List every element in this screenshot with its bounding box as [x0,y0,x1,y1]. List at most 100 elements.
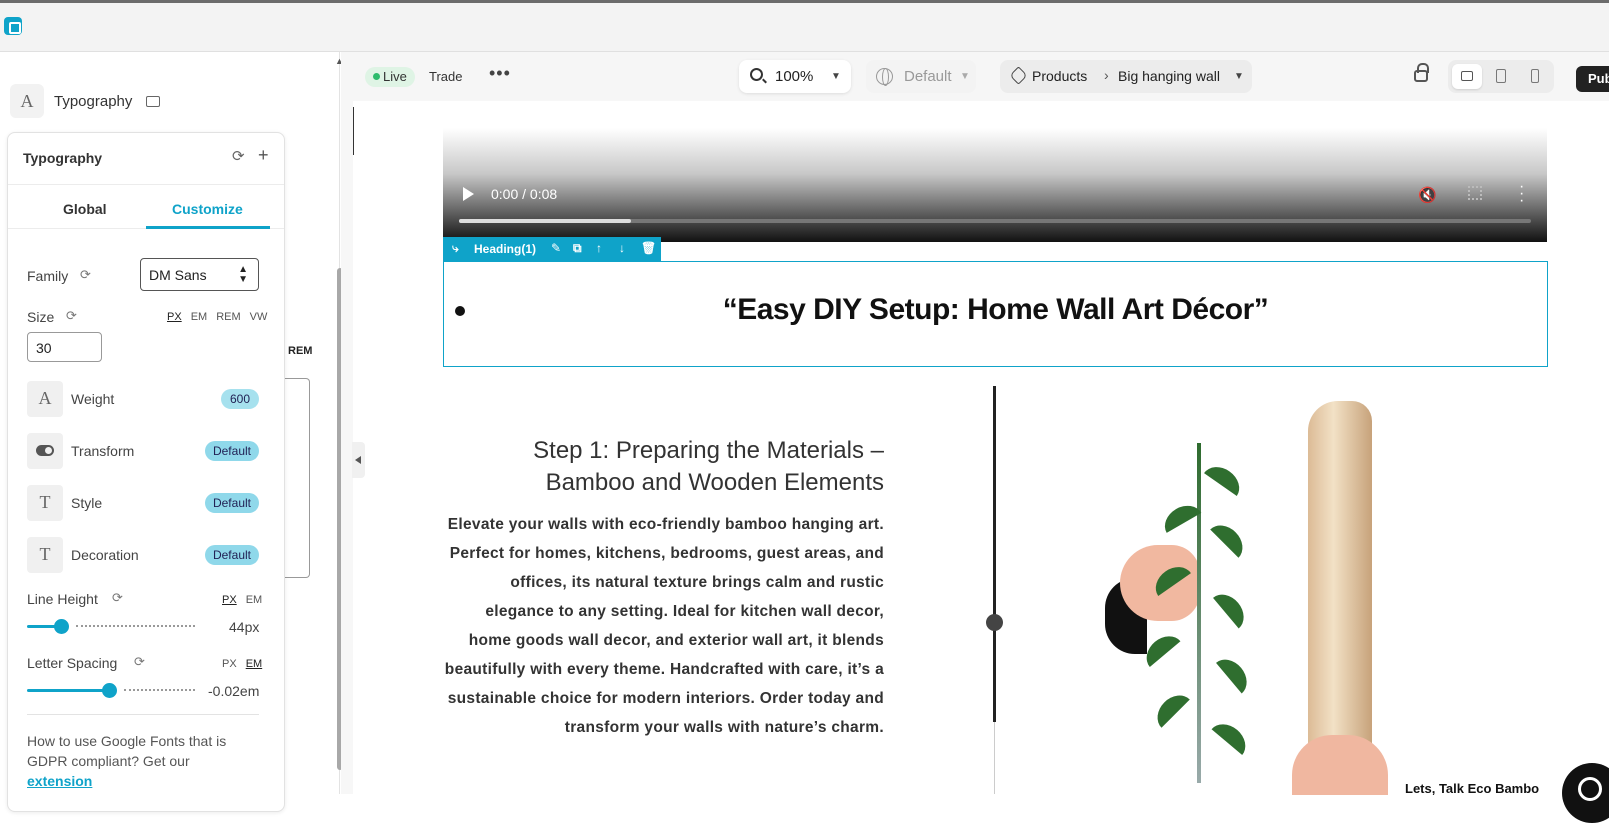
comparison-handle[interactable] [986,614,1003,631]
decoration-value-badge: Default [204,544,259,565]
unit-px[interactable]: PX [222,658,237,670]
page-edge-line [353,107,354,155]
unit-label: REM [288,345,313,357]
line-height-reset-icon[interactable]: ⟳ [112,590,123,606]
text-icon: T [27,484,63,521]
divider [27,714,259,715]
decoration-label: Decoration [71,546,139,563]
mobile-view-button[interactable] [1520,64,1550,89]
section-label: Typography [54,92,133,110]
tab-global[interactable]: Global [63,201,107,217]
letter-spacing-units: PX EM [213,658,262,670]
element-label[interactable]: Heading(1) [474,242,536,256]
zoom-control[interactable]: 100% ▼ [739,60,851,93]
unit-vw[interactable]: VW [250,311,268,323]
collapse-panel-button[interactable] [352,442,365,478]
search-icon [750,68,763,81]
desktop-view-button[interactable] [1452,64,1482,89]
style-label: Style [71,494,103,511]
font-family-value: DM Sans [149,267,207,283]
unit-em[interactable]: EM [246,658,263,670]
fullscreen-icon[interactable] [1468,186,1482,200]
reset-icon[interactable]: ⟳ [232,147,245,165]
size-reset-icon[interactable]: ⟳ [66,308,77,324]
select-arrows-icon: ▲ ▼ [238,264,248,285]
delete-icon[interactable]: 🗑 [641,241,656,255]
weight-value-badge: 600 [220,388,259,409]
mobile-icon [1531,69,1539,83]
chevron-down-icon: ▼ [960,71,970,82]
add-icon[interactable]: + [258,145,269,166]
style-value-badge: Default [204,492,259,513]
slider-handle[interactable] [102,683,117,698]
transform-value-badge: Default [204,440,259,461]
extension-link[interactable]: extension [27,773,92,789]
select-parent-icon[interactable]: ⤷ [452,241,459,256]
help-text: How to use Google Fonts that is GDPR com… [27,733,227,769]
transform-row[interactable]: Transform Default [27,432,259,469]
more-options-icon[interactable]: ••• [489,63,511,84]
desktop-icon [146,95,161,107]
device-switcher [1448,60,1554,93]
unit-px[interactable]: PX [222,594,237,606]
mute-icon[interactable]: 🔇 [1418,186,1437,204]
letter-spacing-slider[interactable] [27,683,195,698]
line-height-units: PX EM [213,594,262,606]
comparison-divider [993,386,996,722]
unit-em[interactable]: EM [246,594,263,606]
step-body[interactable]: Elevate your walls with eco-friendly bam… [440,510,884,742]
popover-header: Typography ⟳ + [8,133,284,185]
tab-customize[interactable]: Customize [172,201,243,217]
video-player[interactable] [443,128,1547,242]
chat-widget-button[interactable] [1562,763,1609,823]
unit-em[interactable]: EM [191,311,208,323]
popover-title: Typography [23,150,103,166]
unit-px[interactable]: PX [167,311,182,323]
letter-spacing-value: -0.02em [208,683,260,699]
toggle-icon [27,432,63,469]
decoration-row[interactable]: T Decoration Default [27,536,259,573]
breadcrumb-page[interactable]: Big hanging wall [1118,68,1220,84]
text-icon: T [27,536,63,573]
page-breadcrumb[interactable]: Products › Big hanging wall ▼ [1000,60,1252,93]
language-select[interactable]: Default ▼ [866,60,976,93]
unit-rem[interactable]: REM [216,311,240,323]
breadcrumb-separator-icon: › [1104,67,1109,83]
app-logo-icon[interactable] [4,17,22,35]
tablet-icon [1496,69,1506,83]
edit-icon[interactable]: ✎ [551,241,561,255]
family-reset-icon[interactable]: ⟳ [80,267,91,283]
weight-row[interactable]: A Weight 600 [27,380,259,417]
weight-icon: A [27,380,63,417]
letter-spacing-label: Letter Spacing [27,655,118,671]
slider-handle[interactable] [54,619,69,634]
trade-link[interactable]: Trade [429,69,462,84]
breadcrumb-products[interactable]: Products [1032,68,1087,84]
chevron-down-icon: ▼ [831,71,841,82]
family-label: Family [27,268,69,284]
step-title[interactable]: Step 1: Preparing the Materials – Bamboo… [440,435,884,499]
play-icon[interactable] [463,187,474,201]
video-more-icon[interactable]: · · · [1519,179,1524,209]
page-heading[interactable]: “Easy DIY Setup: Home Wall Art Décor” [443,293,1548,327]
font-family-select[interactable]: DM Sans ▲ ▼ [140,258,259,291]
typography-section-row[interactable]: A Typography [10,84,161,118]
size-units: PX EM REM VW [158,311,267,323]
style-row[interactable]: T Style Default [27,484,259,521]
comparison-divider-tail [994,722,995,794]
live-status-badge[interactable]: Live [365,67,415,87]
tablet-view-button[interactable] [1486,64,1516,89]
video-time: 0:00 / 0:08 [491,186,558,202]
move-down-icon[interactable]: ↓ [619,241,625,255]
font-size-input[interactable]: 30 [27,332,102,362]
line-height-slider[interactable] [27,619,195,634]
size-label: Size [27,309,55,325]
transform-label: Transform [71,442,135,459]
move-up-icon[interactable]: ↑ [596,241,602,255]
duplicate-icon[interactable]: ⧉ [573,241,582,256]
font-icon: A [10,84,44,118]
letter-spacing-reset-icon[interactable]: ⟳ [134,654,145,670]
publish-button[interactable]: Pub [1576,66,1609,92]
desktop-icon [1461,71,1473,81]
unlock-icon[interactable] [1414,63,1429,82]
